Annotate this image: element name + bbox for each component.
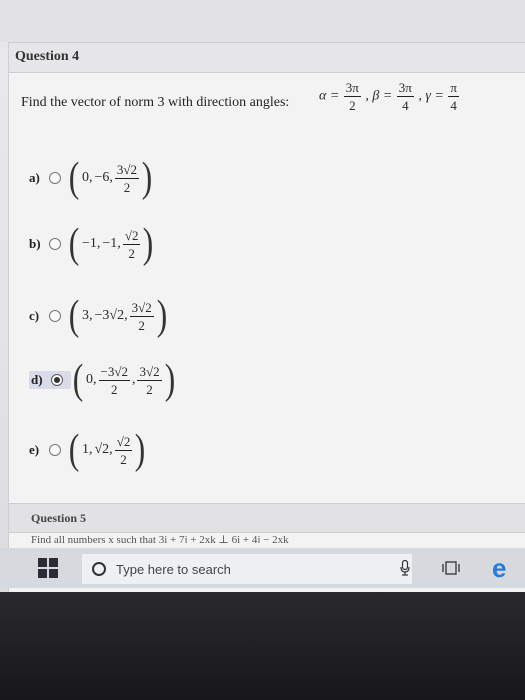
left-paren: ( <box>72 357 84 403</box>
numerator: √2 <box>114 433 133 451</box>
alpha-denominator: 2 <box>349 98 356 113</box>
denominator: 2 <box>120 451 127 467</box>
denominator: 2 <box>110 381 118 397</box>
vector-a: ( 0, −6, 3√2 2 ) <box>67 157 154 199</box>
answer-option-a[interactable]: a) ( 0, −6, 3√2 2 ) <box>29 155 154 201</box>
search-placeholder: Type here to search <box>116 561 231 577</box>
question-4-card: Question 4 Find the vector of norm 3 wit… <box>8 42 525 592</box>
radio-button-d[interactable] <box>51 374 63 386</box>
component: −1, <box>82 236 101 251</box>
option-letter: c) <box>29 308 40 323</box>
question-4-title: Question 4 <box>15 49 80 64</box>
component: 0, <box>82 170 93 185</box>
component-fraction: 3√2 2 <box>129 299 154 333</box>
component: −6, <box>94 170 113 185</box>
denominator: 2 <box>128 245 135 261</box>
task-view-icon[interactable] <box>442 560 460 576</box>
radio-button-e[interactable] <box>49 444 61 456</box>
windows-logo-icon[interactable] <box>38 558 58 578</box>
gamma-fraction: π 4 <box>448 81 459 112</box>
question-4-prompt: Find the vector of norm 3 with direction… <box>21 95 290 110</box>
answer-option-b[interactable]: b) ( −1, −1, √2 2 ) <box>29 221 155 267</box>
vector-b: ( −1, −1, √2 2 ) <box>67 223 155 265</box>
beta-numerator: 3π <box>396 80 414 97</box>
left-paren: ( <box>68 221 80 267</box>
numerator: 3√2 <box>129 299 154 317</box>
denominator: 2 <box>138 317 145 333</box>
gamma-numerator: π <box>448 80 459 97</box>
component-fraction: √2 2 <box>114 433 133 467</box>
beta-fraction: 3π 4 <box>396 80 414 113</box>
denominator: 2 <box>123 179 131 195</box>
question-4-header: Question 4 <box>9 43 525 73</box>
component: −3√2, <box>94 308 128 323</box>
answer-option-d[interactable]: d) ( 0, −3√2 2 , 3√2 2 ) <box>29 357 177 403</box>
component-fraction: √2 2 <box>122 227 141 261</box>
microphone-icon[interactable] <box>400 560 410 576</box>
gamma-label: , γ = <box>418 88 444 104</box>
alpha-fraction: 3π 2 <box>343 80 361 113</box>
taskbar-search-box[interactable]: Type here to search <box>82 554 412 584</box>
right-paren: ) <box>135 427 146 473</box>
option-letter: e) <box>29 442 40 457</box>
alpha-numerator: 3π <box>343 80 361 97</box>
numerator: 3√2 <box>114 161 140 179</box>
selected-option-highlight: d) <box>29 371 71 389</box>
alpha-label: α = <box>319 88 340 104</box>
windows-taskbar: Type here to search e <box>0 548 525 588</box>
option-letter: b) <box>29 236 41 251</box>
gamma-denominator: 4 <box>450 98 457 113</box>
right-paren: ) <box>141 155 153 201</box>
component: 1, <box>82 442 93 457</box>
numerator: 3√2 <box>137 363 162 381</box>
answer-option-c[interactable]: c) ( 3, −3√2, 3√2 2 ) <box>29 293 169 339</box>
radio-button-a[interactable] <box>49 172 61 184</box>
denominator: 2 <box>146 381 153 397</box>
question-5-header: Question 5 <box>9 503 525 533</box>
cortana-circle-icon <box>92 562 106 576</box>
monitor-bezel <box>0 592 525 700</box>
component: −1, <box>102 236 121 251</box>
left-paren: ( <box>68 293 80 339</box>
numerator: −3√2 <box>98 363 130 381</box>
monitor-screen: Question 4 Find the vector of norm 3 wit… <box>0 0 525 592</box>
component-fraction: −3√2 2 <box>98 363 130 397</box>
vector-d: ( 0, −3√2 2 , 3√2 2 ) <box>71 359 177 401</box>
direction-angles: α = 3π 2 , β = 3π 4 , γ = π 4 <box>319 81 460 112</box>
right-paren: ) <box>156 293 167 339</box>
component-fraction: 3√2 2 <box>114 161 140 195</box>
component: √2, <box>94 442 113 457</box>
beta-label: , β = <box>365 88 393 104</box>
component-fraction: 3√2 2 <box>137 363 162 397</box>
radio-button-c[interactable] <box>49 310 61 322</box>
option-letter: d) <box>31 372 43 387</box>
beta-denominator: 4 <box>402 98 409 113</box>
right-paren: ) <box>164 357 175 403</box>
numerator: √2 <box>122 227 141 245</box>
component-separator: , <box>131 372 136 387</box>
left-paren: ( <box>68 427 80 473</box>
edge-browser-icon[interactable]: e <box>492 554 518 582</box>
right-paren: ) <box>143 221 154 267</box>
vector-c: ( 3, −3√2, 3√2 2 ) <box>67 295 169 337</box>
left-paren: ( <box>68 155 80 201</box>
radio-button-b[interactable] <box>49 238 61 250</box>
question-5-title: Question 5 <box>31 511 87 525</box>
question-5-prompt: Find all numbers x such that 3i + 7j + 2… <box>31 534 289 543</box>
option-letter: a) <box>29 170 40 185</box>
component: 0, <box>86 372 97 387</box>
answer-option-e[interactable]: e) ( 1, √2, √2 2 ) <box>29 427 147 473</box>
component: 3, <box>82 308 93 323</box>
page-top-strip <box>0 0 525 42</box>
vector-e: ( 1, √2, √2 2 ) <box>67 429 147 471</box>
